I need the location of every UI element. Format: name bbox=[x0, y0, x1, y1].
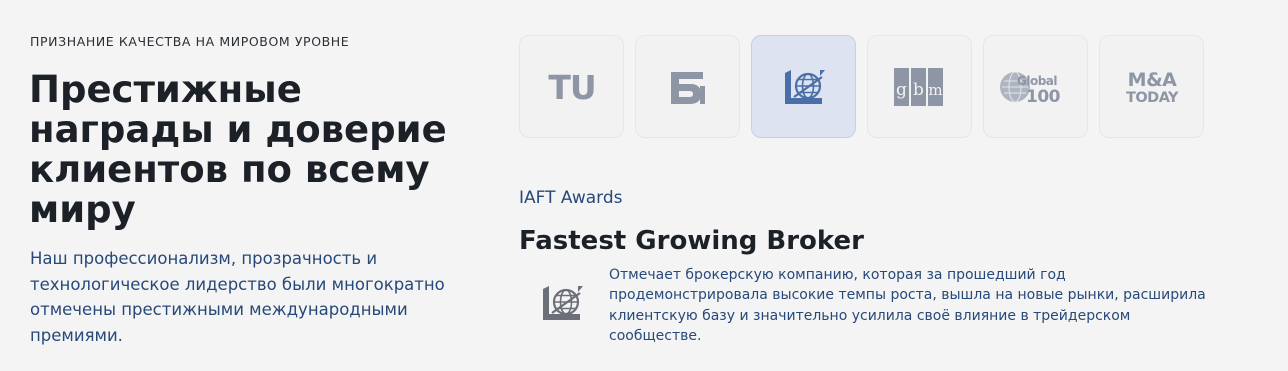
svg-text:b: b bbox=[913, 80, 924, 100]
fi-logo-icon bbox=[670, 71, 705, 104]
ma-today-logo-icon: M&A TODAY bbox=[1125, 69, 1179, 106]
global100-logo-line1: Global bbox=[1017, 74, 1057, 88]
section-lead-text: Наш профессионализм, прозрачность и техн… bbox=[30, 249, 445, 345]
logo-tile-global100[interactable]: Global 100 bbox=[983, 35, 1088, 138]
award-description: Отмечает брокерскую компанию, которая за… bbox=[609, 267, 1206, 344]
tu-logo-icon: TU bbox=[548, 69, 596, 105]
award-organization: IAFT Awards bbox=[519, 188, 623, 208]
logo-tile-ma-today[interactable]: M&A TODAY bbox=[1099, 35, 1204, 138]
iaft-globe-logo-icon bbox=[784, 69, 825, 104]
award-title: Fastest Growing Broker bbox=[519, 226, 864, 256]
award-logo-selector: TU g b m Global 100 M&A TODAY bbox=[519, 35, 1204, 138]
award-globe-icon bbox=[540, 283, 584, 327]
logo-tile-fi[interactable] bbox=[635, 35, 740, 138]
global100-logo-line2: 100 bbox=[1026, 87, 1061, 107]
ma-today-logo-line2: TODAY bbox=[1125, 90, 1178, 106]
logo-tile-tu[interactable]: TU bbox=[519, 35, 624, 138]
logo-tile-gbm[interactable]: g b m bbox=[867, 35, 972, 138]
eyebrow-label: ПРИЗНАНИЕ КАЧЕСТВА НА МИРОВОМ УРОВНЕ bbox=[30, 34, 350, 49]
svg-text:m: m bbox=[928, 81, 942, 99]
gbm-logo-icon: g b m bbox=[893, 67, 943, 106]
svg-text:g: g bbox=[896, 80, 907, 100]
section-headline: Престижные награды и доверие клиентов по… bbox=[29, 68, 447, 231]
global100-logo-icon: Global 100 bbox=[999, 71, 1061, 107]
logo-tile-iaft[interactable] bbox=[751, 35, 856, 138]
tu-logo-text: TU bbox=[548, 69, 595, 105]
ma-today-logo-line1: M&A bbox=[1127, 69, 1176, 91]
